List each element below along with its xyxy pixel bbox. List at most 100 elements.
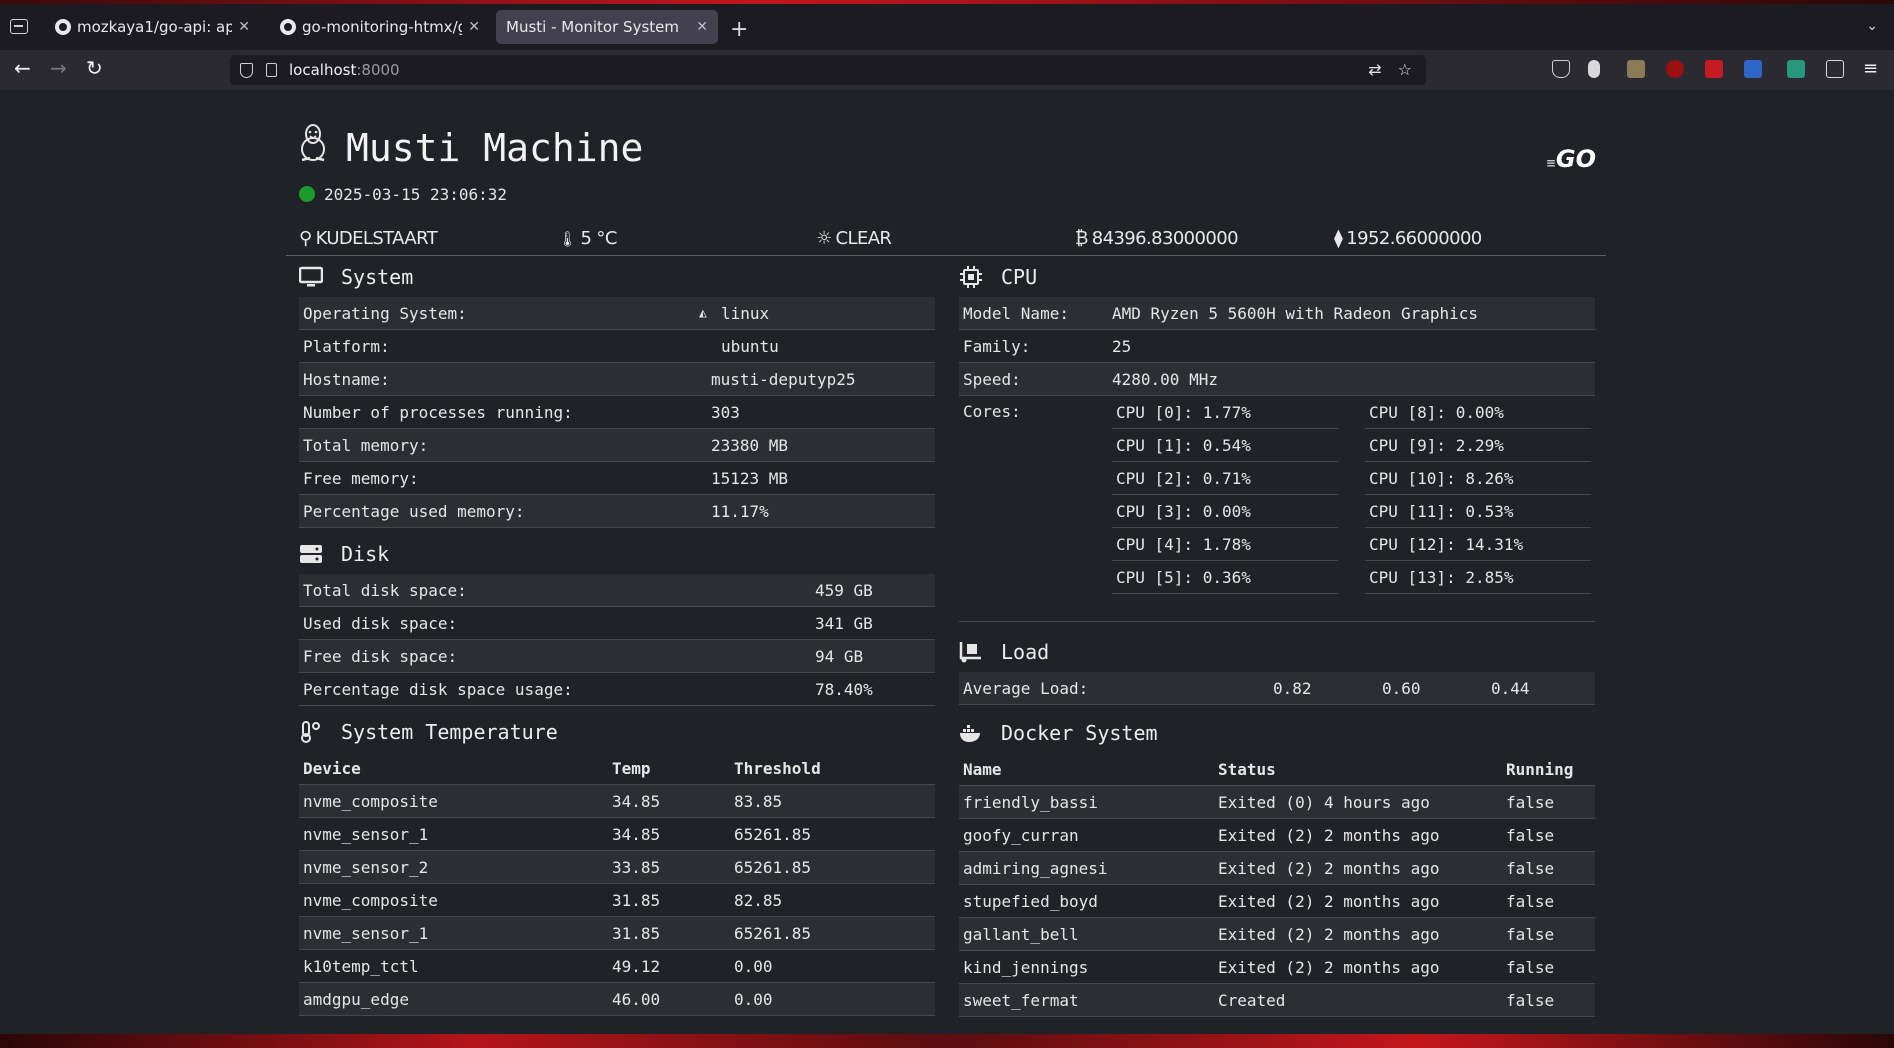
page-icon[interactable] xyxy=(266,63,277,77)
tab-musti-monitor[interactable]: Musti - Monitor System ✕ xyxy=(496,10,718,44)
menu-icon[interactable]: ≡ xyxy=(1863,58,1878,79)
system-key: Free memory: xyxy=(303,468,419,488)
close-icon[interactable]: ✕ xyxy=(696,19,708,35)
temperature-cell: 31.85 xyxy=(612,890,661,910)
sun-icon: ☼ xyxy=(816,228,832,249)
address-bar[interactable]: localhost:8000 ⇄ ☆ xyxy=(230,55,1426,85)
docker-icon xyxy=(960,725,980,742)
cpu-core-item: CPU [10]: 8.26% xyxy=(1365,462,1591,495)
docker-cell: Exited (2) 2 months ago xyxy=(1218,891,1440,911)
cpu-core-item: CPU [2]: 0.71% xyxy=(1112,462,1338,495)
translate-extension-icon[interactable] xyxy=(1744,60,1762,78)
ublock-icon[interactable] xyxy=(1666,60,1684,78)
system-row: Number of processes running: 303 xyxy=(299,396,935,429)
tab-go-monitoring[interactable]: go-monitoring-htmx/go ✕ xyxy=(270,10,490,44)
load-row: Average Load: 0.82 0.60 0.44 xyxy=(959,672,1595,705)
dashboard: Musti Machine 2025-03-15 23:06:32 ≡GO ⚲ … xyxy=(286,90,1606,1017)
cpu-key: Model Name: xyxy=(963,303,1069,323)
section-title: Load xyxy=(1001,640,1050,664)
docker-cell: Exited (2) 2 months ago xyxy=(1218,924,1440,944)
docker-cell: friendly_bassi xyxy=(963,792,1098,812)
cpu-core-item: CPU [9]: 2.29% xyxy=(1365,429,1591,462)
load-label: Average Load: xyxy=(963,678,1089,698)
disk-row: Free disk space: 94 GB xyxy=(299,640,935,673)
docker-cell: false xyxy=(1506,957,1555,977)
system-table: Operating System: ◭ linux Platform: ubuntu Ho… xyxy=(299,297,935,528)
location-info: ⚲ KUDELSTAART xyxy=(299,228,438,249)
temperature-cell: 49.12 xyxy=(612,956,661,976)
server-icon xyxy=(300,545,322,563)
docker-column-header: Name xyxy=(963,759,1002,779)
temperature-cell: 34.85 xyxy=(612,791,661,811)
cpu-key: Speed: xyxy=(963,369,1021,389)
temperature-cell: 65261.85 xyxy=(734,824,812,844)
url-text[interactable]: localhost:8000 xyxy=(289,61,400,79)
docker-row: gallant_bell Exited (2) 2 months ago false xyxy=(959,918,1595,951)
temperature-cell: 65261.85 xyxy=(734,857,812,877)
truck-loading-icon xyxy=(959,642,981,663)
pocket-icon[interactable] xyxy=(1552,60,1570,78)
docker-column-header: Running xyxy=(1506,759,1574,779)
extension-icon[interactable] xyxy=(1705,60,1723,78)
temperature-cell: 65261.85 xyxy=(734,923,812,943)
shield-icon[interactable] xyxy=(240,62,253,78)
tab-go-api[interactable]: mozkaya1/go-api: api ✕ xyxy=(45,10,260,44)
location-text: KUDELSTAART xyxy=(315,228,438,249)
temperature-info: 🌡 5 °C xyxy=(558,228,617,249)
thermometer-icon xyxy=(301,721,320,743)
disk-row: Percentage disk space usage: 78.40% xyxy=(299,673,935,706)
temperature-cell: 83.85 xyxy=(734,791,783,811)
docker-row: stupefied_boyd Exited (2) 2 months ago fal… xyxy=(959,885,1595,918)
temperature-row: nvme_sensor_1 31.85 65261.85 xyxy=(299,917,935,950)
reload-button[interactable]: ↻ xyxy=(86,56,103,80)
close-icon[interactable]: ✕ xyxy=(238,19,250,35)
temperature-row: nvme_composite 34.85 83.85 xyxy=(299,785,935,818)
disk-heading: Disk xyxy=(299,534,935,574)
extension-icon[interactable] xyxy=(1787,60,1805,78)
temperature-cell: nvme_composite xyxy=(303,791,438,811)
header: Musti Machine 2025-03-15 23:06:32 ≡GO ⚲ … xyxy=(286,90,1606,256)
docker-cell: stupefied_boyd xyxy=(963,891,1098,911)
weather-info: ☼ CLEAR xyxy=(816,228,892,249)
disk-value: 94 GB xyxy=(815,646,864,666)
forward-button[interactable]: → xyxy=(50,56,67,80)
extension-icon[interactable] xyxy=(1627,60,1645,78)
system-row: Operating System: ◭ linux xyxy=(299,297,935,330)
translate-icon[interactable]: ⇄ xyxy=(1368,60,1381,79)
github-icon xyxy=(280,19,296,35)
disk-value: 341 GB xyxy=(815,613,873,633)
chevron-down-icon[interactable]: ⌄ xyxy=(1866,18,1878,34)
temperature-cell: nvme_composite xyxy=(303,890,438,910)
back-button[interactable]: ← xyxy=(14,56,31,80)
status-indicator xyxy=(299,186,315,202)
docker-cell: Exited (2) 2 months ago xyxy=(1218,858,1440,878)
linux-penguin-icon: ◭ xyxy=(699,305,707,321)
close-icon[interactable]: ✕ xyxy=(468,19,480,35)
temperature-row: nvme_composite 31.85 82.85 xyxy=(299,884,935,917)
docker-header: Name Status Running xyxy=(959,753,1595,786)
docker-row: admiring_agnesi Exited (2) 2 months ago fa… xyxy=(959,852,1595,885)
system-key: Platform: xyxy=(303,336,390,356)
system-value: ubuntu xyxy=(721,336,779,356)
cores-label: Cores: xyxy=(963,402,1021,421)
temperature-cell: nvme_sensor_1 xyxy=(303,824,429,844)
section-title: System Temperature xyxy=(341,720,558,744)
system-value: 303 xyxy=(711,402,740,422)
extension-icon[interactable] xyxy=(1588,60,1600,78)
disk-key: Used disk space: xyxy=(303,613,458,633)
cpu-core-item: CPU [3]: 0.00% xyxy=(1112,495,1338,528)
system-value: 11.17% xyxy=(711,501,769,521)
docker-column-header: Status xyxy=(1218,759,1276,779)
temperature-row: k10temp_tctl 49.12 0.00 xyxy=(299,950,935,983)
bookmark-star-icon[interactable]: ☆ xyxy=(1398,60,1412,79)
bitcoin-icon: ₿ xyxy=(1075,228,1088,249)
cpu-key: Family: xyxy=(963,336,1031,356)
cpu-row: Model Name: AMD Ryzen 5 5600H with Radeon… xyxy=(959,297,1595,330)
ethereum-icon: ⧫ xyxy=(1334,228,1343,249)
tab-list-icon[interactable] xyxy=(10,19,28,34)
docker-cell: Created xyxy=(1218,990,1286,1010)
extensions-icon[interactable] xyxy=(1826,60,1844,78)
new-tab-button[interactable]: + xyxy=(730,17,748,42)
disk-key: Free disk space: xyxy=(303,646,458,666)
temperature-cell: nvme_sensor_2 xyxy=(303,857,429,877)
